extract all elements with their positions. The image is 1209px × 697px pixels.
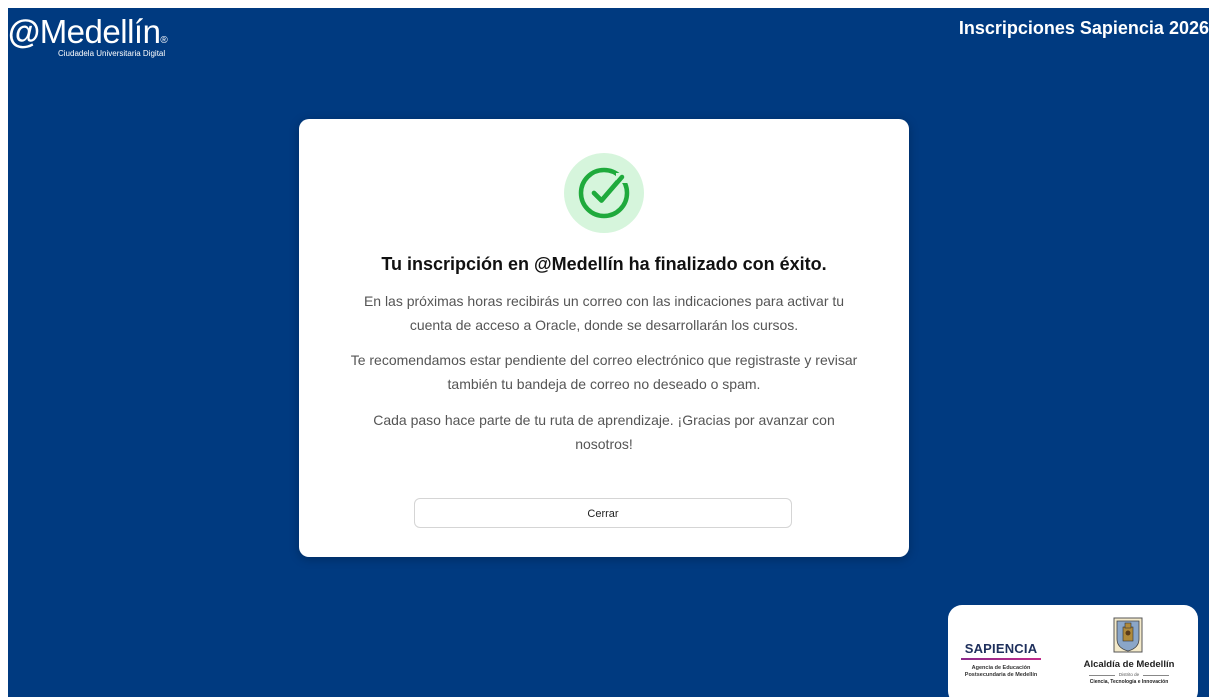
- check-circle-icon: [564, 153, 644, 233]
- site-title: Inscripciones Sapiencia 2026: [958, 18, 1209, 38]
- sapiencia-name: SAPIENCIA: [964, 641, 1038, 656]
- logo-subtitle: Ciudadela Universitaria Digital: [58, 49, 166, 58]
- success-dialog: Tu inscripción en @Medellín ha finalizad…: [299, 119, 909, 557]
- sapiencia-subtitle: Agencia de Educación Postsecundaria de M…: [964, 665, 1038, 678]
- close-button[interactable]: Cerrar: [414, 498, 792, 528]
- dialog-title: Tu inscripción en @Medellín ha finalizad…: [381, 254, 827, 274]
- footer-logos: SAPIENCIA Agencia de Educación Postsecun…: [948, 605, 1198, 697]
- dialog-paragraph-email: En las próximas horas recibirás un corre…: [363, 293, 845, 333]
- coat-of-arms-icon: [1113, 617, 1143, 653]
- sapiencia-logo: SAPIENCIA Agencia de Educación Postsecun…: [961, 641, 1061, 679]
- dialog-paragraph-spam: Te recomendamos estar pendiente del corr…: [350, 352, 858, 392]
- page-background: @Medellín® Ciudadela Universitaria Digit…: [8, 8, 1209, 697]
- logo-at-symbol: @: [8, 13, 40, 50]
- logo-name: Medellín: [39, 13, 161, 50]
- medellin-logo: @Medellín® Ciudadela Universitaria Digit…: [8, 13, 168, 59]
- alcaldia-subtitle: Ciencia, Tecnología e Innovación: [1089, 679, 1169, 685]
- alcaldia-name: Alcaldía de Medellín: [1083, 659, 1175, 670]
- dialog-paragraph-thanks: Cada paso hace parte de tu ruta de apren…: [373, 412, 835, 452]
